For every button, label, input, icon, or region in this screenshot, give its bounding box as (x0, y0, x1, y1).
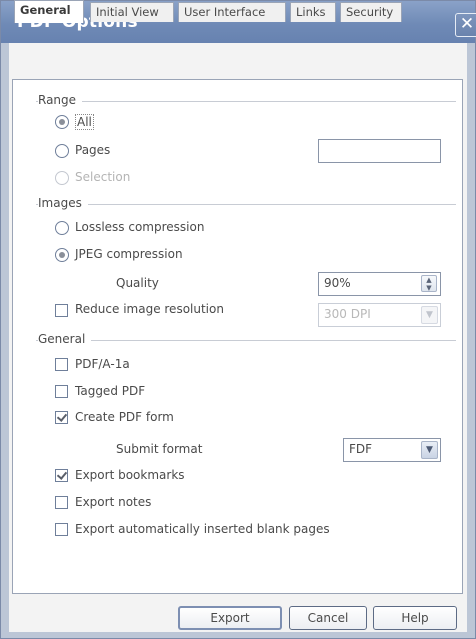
lossless-compression-label[interactable]: Lossless compression (75, 220, 204, 234)
submit-format-dropdown-icon[interactable]: ▼ (421, 441, 438, 459)
tagged-pdf-checkbox[interactable] (55, 385, 68, 398)
tab-initial-view[interactable]: Initial View (90, 2, 174, 22)
help-button[interactable]: Help (373, 606, 457, 630)
pdfa-checkbox[interactable] (55, 358, 68, 371)
spin-down-icon[interactable]: ▼ (422, 284, 436, 292)
create-pdf-form-label[interactable]: Create PDF form (75, 410, 174, 424)
export-button[interactable]: Export (178, 606, 282, 630)
close-icon[interactable]: ✕ (455, 13, 476, 37)
jpeg-compression-label[interactable]: JPEG compression (75, 247, 183, 261)
general-divider (36, 340, 456, 341)
range-all-radio[interactable] (55, 115, 69, 129)
tagged-pdf-label[interactable]: Tagged PDF (75, 384, 145, 398)
range-heading: Range (38, 93, 83, 107)
tab-links[interactable]: Links (290, 2, 336, 22)
pages-input[interactable] (318, 139, 441, 163)
spin-up-icon[interactable]: ▲ (422, 276, 436, 284)
reduce-resolution-label[interactable]: Reduce image resolution (75, 302, 224, 316)
lossless-compression-radio[interactable] (55, 221, 69, 235)
quality-spin-buttons[interactable]: ▲ ▼ (421, 275, 437, 292)
export-bookmarks-checkbox[interactable] (55, 469, 68, 482)
tab-security[interactable]: Security (340, 2, 402, 22)
export-bookmarks-label[interactable]: Export bookmarks (75, 468, 185, 482)
tab-general[interactable]: General (14, 0, 84, 23)
range-pages-radio[interactable] (55, 144, 69, 158)
range-all-label[interactable]: All (75, 114, 94, 130)
range-pages-label[interactable]: Pages (75, 143, 110, 157)
images-heading: Images (38, 196, 88, 210)
export-notes-label[interactable]: Export notes (75, 495, 151, 509)
jpeg-compression-radio[interactable] (55, 248, 69, 262)
export-blank-pages-label[interactable]: Export automatically inserted blank page… (75, 522, 330, 536)
quality-label: Quality (116, 276, 159, 290)
range-divider (36, 101, 456, 102)
export-notes-checkbox[interactable] (55, 496, 68, 509)
pdfa-label[interactable]: PDF/A-1a (75, 357, 130, 371)
cancel-button[interactable]: Cancel (289, 606, 367, 630)
range-selection-label: Selection (75, 170, 131, 184)
resolution-dropdown-icon: ▼ (421, 306, 438, 324)
tab-user-interface[interactable]: User Interface (178, 2, 286, 22)
reduce-resolution-checkbox[interactable] (55, 304, 68, 317)
export-blank-pages-checkbox[interactable] (55, 523, 68, 536)
images-divider (36, 204, 456, 205)
submit-format-label: Submit format (116, 442, 203, 456)
range-selection-radio (55, 171, 69, 185)
create-pdf-form-checkbox[interactable] (55, 411, 68, 424)
general-heading: General (38, 332, 92, 346)
